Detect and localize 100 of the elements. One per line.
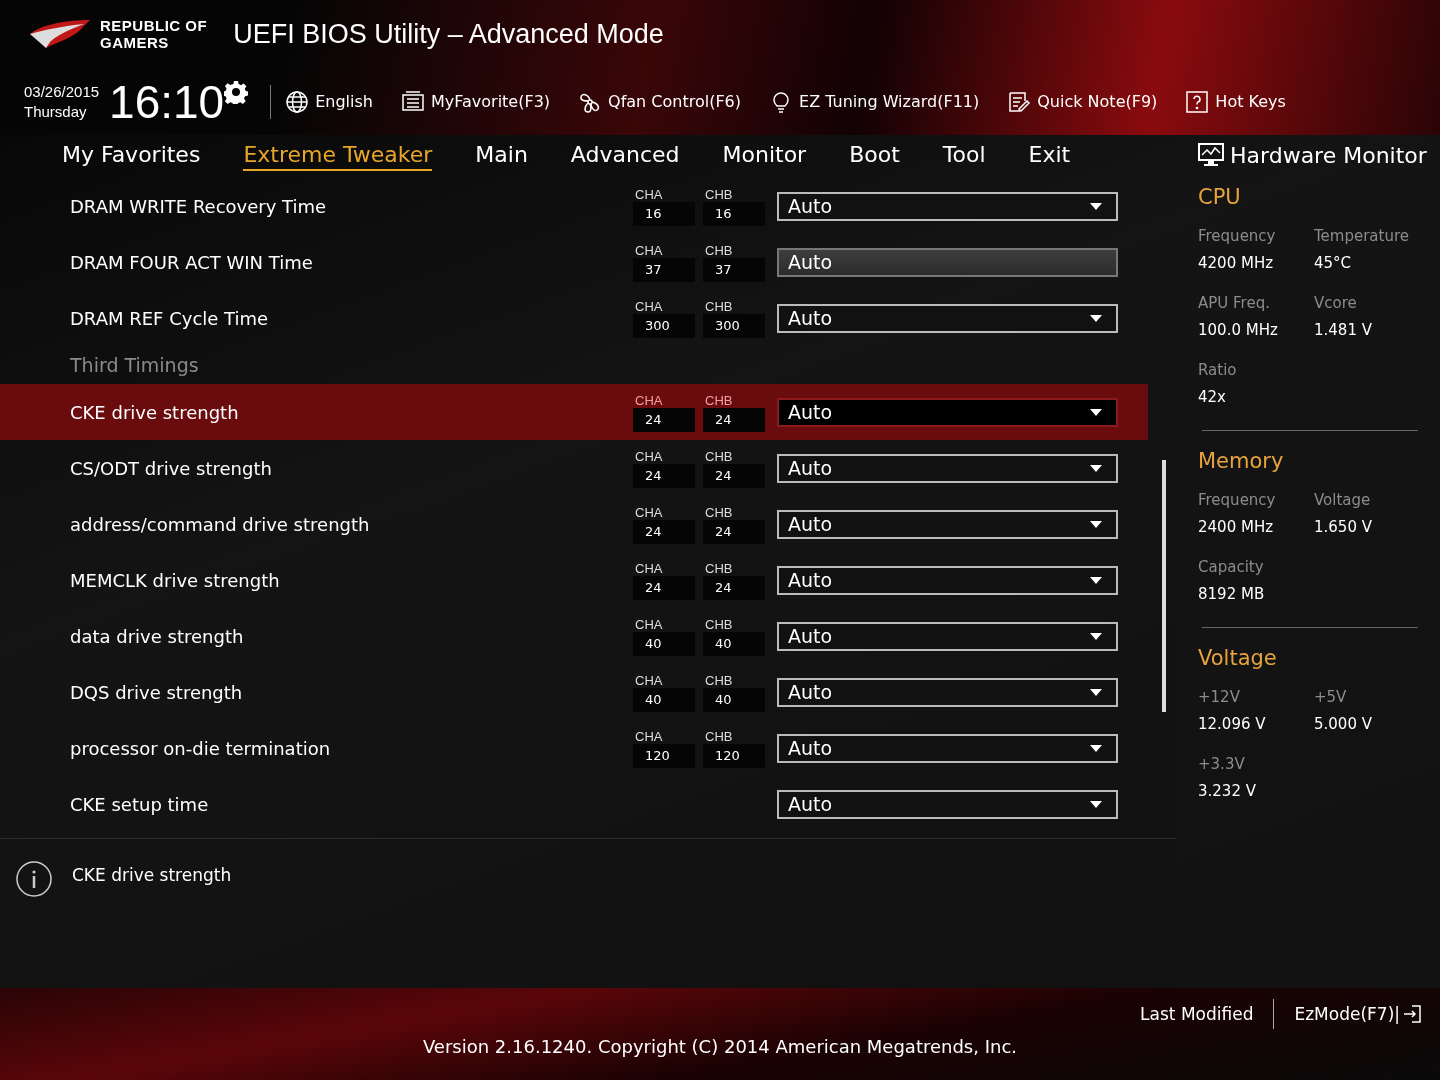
reading-value: 2400 MHz: [1198, 518, 1275, 536]
value-dropdown[interactable]: Auto: [777, 453, 1118, 483]
channel-value: 40: [703, 687, 765, 712]
channel-label: CHA: [634, 616, 664, 632]
reading-value: 100.0 MHz: [1198, 321, 1279, 339]
channel-label: CHA: [634, 560, 664, 576]
value-dropdown[interactable]: Auto: [777, 191, 1118, 221]
monitor-section-title: CPU: [1198, 185, 1242, 209]
caret-icon: [1090, 314, 1102, 322]
reading-label: Voltage: [1314, 491, 1372, 509]
reading-value: 12.096 V: [1198, 715, 1267, 733]
reading-value: 1.481 V: [1314, 321, 1373, 339]
toolbar-button[interactable]: EZ Tuning Wizard(F11): [769, 89, 980, 114]
menu-tab[interactable]: Main: [475, 142, 528, 171]
value-dropdown[interactable]: Auto: [777, 789, 1118, 819]
caret-icon: [1090, 520, 1102, 528]
value-dropdown[interactable]: Auto: [777, 303, 1118, 333]
reading-label: Vcore: [1314, 294, 1358, 312]
channel-value: 24: [703, 519, 765, 544]
setting-row[interactable]: DQS drive strength CHA 40 CHB 40 Auto: [0, 664, 1148, 720]
note-pencil-icon: [1007, 89, 1032, 114]
reading-label: Temperature: [1314, 227, 1411, 245]
channel-value: 24: [633, 519, 695, 544]
window-title: UEFI BIOS Utility – Advanced Mode: [233, 18, 664, 50]
channel-value: 37: [633, 257, 695, 282]
reading-value: 4200 MHz: [1198, 254, 1275, 272]
setting-row[interactable]: DRAM REF Cycle Time CHA 300 CHB 300 Auto: [0, 290, 1148, 346]
channel-label: CHA: [634, 186, 664, 202]
menu-tab[interactable]: Monitor: [722, 142, 807, 171]
exit-arrow-icon: [1402, 1004, 1422, 1024]
settings-icon[interactable]: [224, 80, 249, 104]
section-heading: Third Timings: [69, 353, 200, 378]
caret-icon: [1090, 576, 1102, 584]
channel-value: 37: [703, 257, 765, 282]
menu-tab[interactable]: Extreme Tweaker: [243, 142, 433, 171]
menu-tab[interactable]: Boot: [849, 142, 900, 171]
channel-value: 16: [633, 201, 695, 226]
caret-icon: [1090, 408, 1102, 416]
reading-value: 42x: [1198, 388, 1227, 406]
setting-row[interactable]: processor on-die termination CHA 120 CHB 120 Auto: [0, 720, 1148, 776]
setting-label: address/command drive strength: [70, 513, 371, 535]
caret-icon: [1090, 202, 1102, 210]
monitor-chart-icon: [1198, 142, 1224, 168]
channel-value: 24: [703, 575, 765, 600]
value-dropdown[interactable]: Auto: [777, 509, 1118, 539]
caret-icon: [1090, 464, 1102, 472]
info-icon: [16, 861, 52, 897]
help-text: CKE drive strength: [72, 865, 232, 885]
channel-value: 300: [633, 313, 695, 338]
channel-label: CHB: [704, 504, 734, 520]
value-dropdown[interactable]: Auto: [777, 621, 1118, 651]
toolbar-button[interactable]: English: [285, 89, 373, 114]
scrollbar[interactable]: [1162, 460, 1166, 712]
channel-value: 16: [703, 201, 765, 226]
channel-value: 40: [703, 631, 765, 656]
menu-tab[interactable]: Advanced: [570, 142, 680, 171]
channel-value: 24: [633, 407, 695, 432]
menu-tab[interactable]: My Favorites: [62, 142, 201, 171]
clock-time: 16:10: [109, 74, 225, 129]
selected-setting-row[interactable]: CKE drive strength CHA 24 CHB 24 Auto: [0, 384, 1148, 440]
channel-label: CHA: [634, 672, 664, 688]
toolbar-button[interactable]: Quick Note(F9): [1007, 89, 1158, 114]
toolbar-button[interactable]: Qfan Control(F6): [578, 89, 742, 114]
toolbar-button[interactable]: Hot Keys: [1185, 89, 1286, 114]
channel-value: 40: [633, 631, 695, 656]
panel-title: Hardware Monitor: [1230, 142, 1427, 168]
channel-value: 24: [703, 463, 765, 488]
setting-label: DRAM FOUR ACT WIN Time: [70, 251, 314, 273]
reading-label: Frequency: [1198, 491, 1277, 509]
channel-label: CHB: [704, 298, 734, 314]
value-dropdown[interactable]: Auto: [777, 733, 1118, 763]
setting-label: processor on-die termination: [70, 737, 332, 759]
value-dropdown[interactable]: Auto: [777, 397, 1118, 427]
ez-mode-button[interactable]: EzMode(F7)|: [1294, 1004, 1422, 1024]
reading-label: Frequency: [1198, 227, 1277, 245]
channel-label: CHB: [704, 560, 734, 576]
setting-row[interactable]: CS/ODT drive strength CHA 24 CHB 24 Auto: [0, 440, 1148, 496]
value-dropdown[interactable]: Auto: [777, 677, 1118, 707]
channel-label: CHA: [634, 392, 664, 408]
channel-value: 24: [703, 407, 765, 432]
caret-icon: [1090, 744, 1102, 752]
reading-value: 5.000 V: [1314, 715, 1373, 733]
reading-value: 1.650 V: [1314, 518, 1373, 536]
reading-value: 8192 MB: [1198, 585, 1266, 603]
last-modified-button[interactable]: Last Modified: [1140, 1004, 1254, 1024]
reading-value: 45°C: [1314, 254, 1353, 272]
setting-row[interactable]: data drive strength CHA 40 CHB 40 Auto: [0, 608, 1148, 664]
toolbar-button[interactable]: MyFavorite(F3): [401, 89, 551, 114]
reading-label: +5V: [1314, 688, 1348, 706]
globe-icon: [285, 89, 310, 114]
setting-row[interactable]: address/command drive strength CHA 24 CHB 24 Auto: [0, 496, 1148, 552]
setting-row[interactable]: MEMCLK drive strength CHA 24 CHB 24 Auto: [0, 552, 1148, 608]
brand-name: REPUBLIC OF GAMERS: [100, 17, 208, 51]
menu-tab[interactable]: Exit: [1028, 142, 1071, 171]
menu-tab[interactable]: Tool: [942, 142, 986, 171]
reading-label: Ratio: [1198, 361, 1238, 379]
value-dropdown[interactable]: Auto: [777, 565, 1118, 595]
setting-row[interactable]: CKE setup time Auto: [0, 776, 1148, 832]
setting-row[interactable]: DRAM WRITE Recovery Time CHA 16 CHB 16 Auto: [0, 178, 1148, 234]
channel-value: 120: [633, 743, 695, 768]
